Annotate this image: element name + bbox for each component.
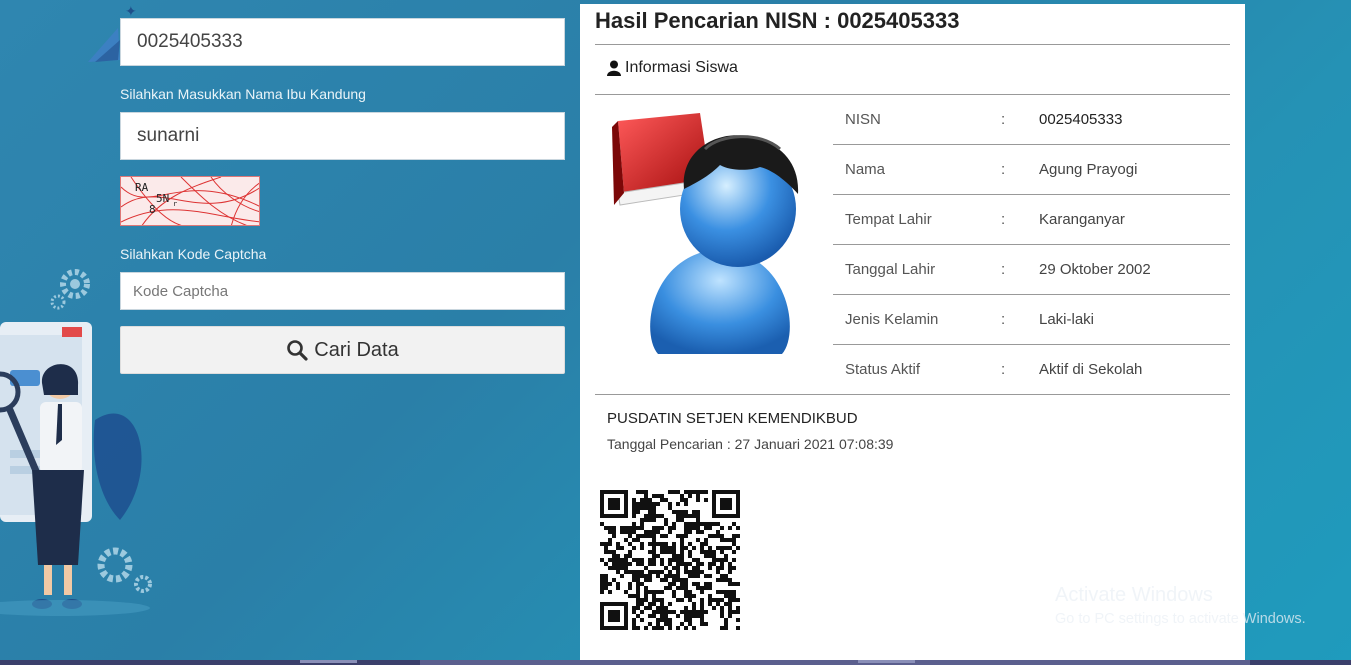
mother-name-input-value: sunarni [137, 125, 200, 146]
search-date: Tanggal Pencarian : 27 Januari 2021 07:0… [607, 436, 894, 452]
organization-name: PUSDATIN SETJEN KEMENDIKBUD [607, 410, 858, 427]
info-sep: : [1001, 311, 1006, 328]
info-value: Aktif di Sekolah [1039, 361, 1143, 378]
nisn-input-value: 0025405333 [137, 31, 243, 52]
result-panel: Hasil Pencarian NISN : 0025405333 Inform… [580, 4, 1245, 665]
info-value: Laki-laki [1039, 311, 1095, 328]
info-value: Agung Prayogi [1039, 161, 1138, 178]
info-key: Tanggal Lahir [845, 261, 936, 278]
info-row-tempat-lahir: Tempat Lahir : Karanganyar [833, 195, 1230, 245]
info-row-jenis-kelamin: Jenis Kelamin : Laki-laki [833, 295, 1230, 345]
captcha-label: Silahkan Kode Captcha [120, 246, 267, 262]
search-button[interactable]: Cari Data [120, 326, 565, 374]
info-sep: : [1001, 111, 1006, 128]
svg-text:r: r [173, 200, 177, 208]
student-avatar-icon [610, 109, 820, 354]
taskbar-strip [0, 660, 1351, 665]
info-key: Jenis Kelamin [845, 311, 939, 328]
divider [595, 44, 1230, 45]
info-row-status-aktif: Status Aktif : Aktif di Sekolah [833, 345, 1230, 395]
mother-name-label: Silahkan Masukkan Nama Ibu Kandung [120, 86, 366, 102]
info-row-nama: Nama : Agung Prayogi [833, 145, 1230, 195]
user-icon [607, 60, 621, 76]
info-key: Status Aktif [845, 361, 921, 378]
svg-text:8: 8 [149, 203, 156, 216]
mother-name-input[interactable]: sunarni [120, 112, 565, 160]
result-title: Hasil Pencarian NISN : 0025405333 [595, 8, 960, 33]
svg-text:5N: 5N [156, 192, 169, 205]
info-row-nisn: NISN : 0025405333 [833, 95, 1230, 145]
info-value: 29 Oktober 2002 [1039, 261, 1151, 278]
info-sep: : [1001, 361, 1006, 378]
info-sep: : [1001, 211, 1006, 228]
search-button-label: Cari Data [314, 338, 399, 361]
info-sep: : [1001, 161, 1006, 178]
section-label: Informasi Siswa [625, 59, 738, 76]
divider [595, 394, 1230, 395]
info-value: 0025405333 [1039, 111, 1123, 128]
windows-activation-watermark: Activate Windows Go to PC settings to ac… [1055, 584, 1306, 627]
info-key: Tempat Lahir [845, 211, 932, 228]
svg-text:RA: RA [135, 181, 149, 194]
info-key: NISN [845, 111, 881, 128]
section-header: Informasi Siswa [607, 59, 738, 77]
captcha-image: RA 5N r 8 [120, 176, 260, 226]
captcha-input[interactable]: Kode Captcha [120, 272, 565, 310]
student-info-table: NISN : 0025405333 Nama : Agung Prayogi T… [833, 95, 1230, 395]
qr-code [600, 490, 740, 630]
info-key: Nama [845, 161, 886, 178]
nisn-input[interactable]: 0025405333 [120, 18, 565, 66]
captcha-input-placeholder: Kode Captcha [133, 282, 229, 300]
info-value: Karanganyar [1039, 211, 1125, 228]
info-row-tanggal-lahir: Tanggal Lahir : 29 Oktober 2002 [833, 245, 1230, 295]
info-sep: : [1001, 261, 1006, 278]
search-icon [286, 339, 308, 361]
watermark-title: Activate Windows [1055, 584, 1213, 606]
watermark-subtitle: Go to PC settings to activate Windows. [1055, 611, 1306, 627]
search-form: 0025405333 Silahkan Masukkan Nama Ibu Ka… [120, 18, 565, 374]
